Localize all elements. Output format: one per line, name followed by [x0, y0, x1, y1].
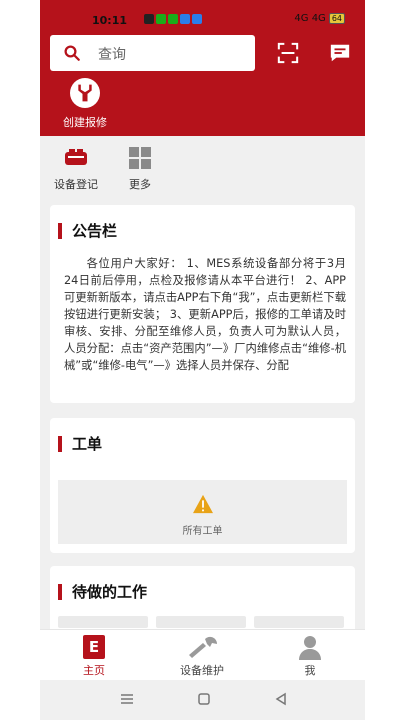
home-e-icon: E: [83, 635, 105, 659]
home-nav-icon[interactable]: [197, 692, 211, 706]
warning-icon: [192, 494, 213, 514]
notice-title: 公告栏: [58, 223, 117, 239]
grid-icon: [110, 146, 170, 170]
status-time: 10:11: [92, 14, 128, 27]
tab-me[interactable]: 我: [280, 634, 340, 678]
todo-title: 待做的工作: [58, 584, 147, 600]
all-workorders-button[interactable]: 所有工单: [58, 480, 347, 544]
search-input[interactable]: 查询: [50, 35, 255, 71]
equipment-register-button[interactable]: 设备登记: [46, 146, 106, 192]
message-icon[interactable]: [329, 42, 351, 64]
search-placeholder: 查询: [98, 47, 126, 63]
create-repair-button[interactable]: 创建报修: [60, 78, 110, 130]
wrench-icon: [172, 634, 232, 660]
tab-equipment-label: 设备维护: [180, 664, 224, 677]
workorder-title: 工单: [58, 436, 102, 452]
header: 查询 创建报修: [40, 30, 365, 136]
equipment-icon: [46, 146, 106, 170]
create-repair-label: 创建报修: [63, 116, 107, 129]
notice-card: 公告栏 各位用户大家好： 1、MES系统设备部分将于3月24日前后停用，点检及报…: [50, 205, 355, 403]
back-icon[interactable]: [274, 692, 288, 706]
app-grid: 设备登记 更多: [40, 146, 365, 196]
workorder-card: 工单 所有工单: [50, 418, 355, 553]
notification-icons: [144, 14, 202, 24]
system-nav-bar: [40, 680, 365, 720]
bottom-tab-bar: E 主页 设备维护 我: [40, 629, 365, 680]
app-screen: 10:11 4G 4G 64 查询 创建报修 设备登记 更多 公告栏 各位用户大…: [40, 0, 365, 720]
tab-me-label: 我: [304, 664, 316, 677]
more-button[interactable]: 更多: [110, 146, 170, 192]
scan-icon[interactable]: [277, 42, 299, 64]
search-icon: [64, 45, 80, 61]
notice-text: 各位用户大家好： 1、MES系统设备部分将于3月24日前后停用，点检及报修请从本…: [64, 257, 346, 372]
tab-home[interactable]: E 主页: [64, 634, 124, 678]
more-label: 更多: [129, 178, 151, 191]
tab-home-label: 主页: [83, 664, 105, 677]
network-indicator: 4G 4G: [294, 13, 326, 24]
tab-equipment-maintenance[interactable]: 设备维护: [172, 634, 232, 678]
battery-icon: 64: [328, 13, 345, 24]
user-icon: [280, 634, 340, 660]
status-bar: 10:11 4G 4G 64: [40, 0, 365, 30]
menu-icon[interactable]: [120, 692, 134, 706]
all-workorders-label: 所有工单: [182, 526, 223, 537]
equipment-register-label: 设备登记: [54, 178, 98, 191]
todo-list: [58, 616, 347, 628]
system-indicators: 4G 4G 64: [294, 13, 345, 24]
wrench-icon: [70, 78, 100, 108]
todo-card: 待做的工作: [50, 566, 355, 636]
